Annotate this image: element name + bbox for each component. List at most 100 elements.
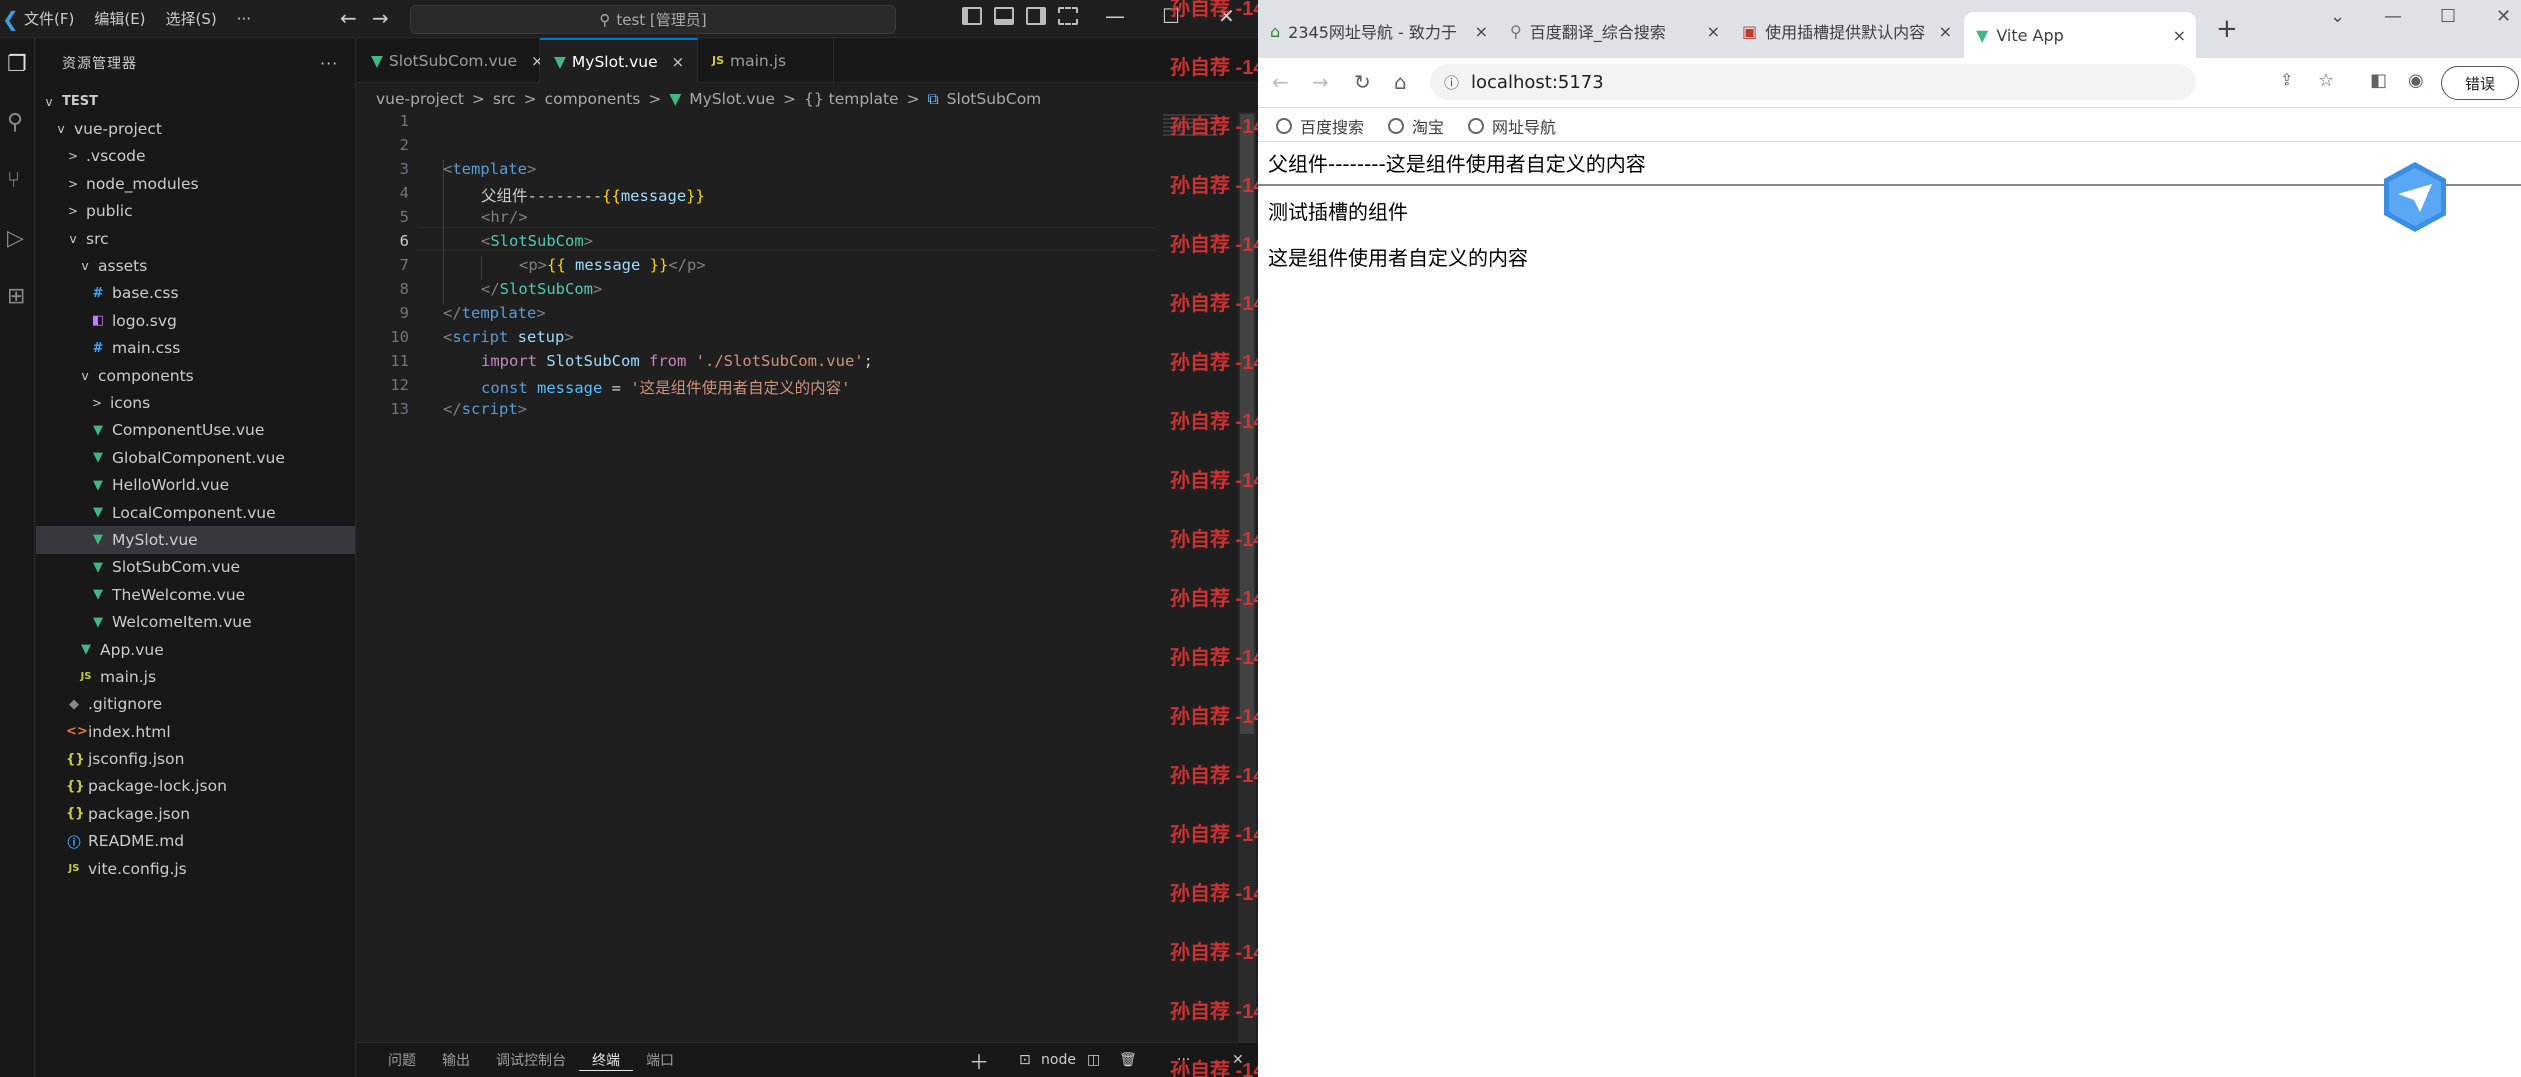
maximize-icon[interactable]: ☐ — [2440, 6, 2456, 27]
breadcrumb-item[interactable]: vue-project — [376, 90, 464, 108]
tree-item-slotsubcom-vue[interactable]: ▼ SlotSubCom.vue — [36, 554, 355, 581]
tree-item-index-html[interactable]: <> index.html — [36, 718, 355, 745]
bookmark-label: 百度搜索 — [1300, 118, 1365, 137]
profile-icon[interactable]: ◉ — [2408, 70, 2424, 91]
browser-tab-strip: ⌂ 2345网址导航 - 致力于 × ⚲ 百度翻译_综合搜索 × ▣ 使用插槽提… — [1258, 0, 2521, 58]
tree-item-package-lock-json[interactable]: {} package-lock.json — [36, 773, 355, 800]
toggle-panel-icon[interactable] — [994, 7, 1014, 25]
tree-item-app-vue[interactable]: ▼ App.vue — [36, 636, 355, 663]
close-tab-icon[interactable]: × — [1939, 22, 1952, 41]
tree-item-vite-config-js[interactable]: JS vite.config.js — [36, 855, 355, 882]
toggle-secondary-sidebar-icon[interactable] — [1026, 7, 1046, 25]
tree-item-globalcomponent-vue[interactable]: ▼ GlobalComponent.vue — [36, 444, 355, 471]
trash-icon[interactable]: 🗑 — [1119, 1052, 1137, 1068]
reload-icon[interactable]: ↻ — [1354, 70, 1371, 94]
close-tab-icon[interactable]: × — [1475, 22, 1488, 41]
tab-myslot[interactable]: ▼ MySlot.vue × — [540, 38, 698, 83]
bookmark-item[interactable]: 百度搜索 — [1276, 114, 1364, 138]
bookmark-item[interactable]: 网址导航 — [1468, 114, 1556, 138]
globe-icon — [1388, 118, 1404, 134]
customize-layout-icon[interactable] — [1058, 7, 1078, 25]
close-window-icon[interactable]: ✕ — [2496, 6, 2511, 27]
tree-item-test[interactable]: v TEST — [36, 88, 355, 115]
split-terminal-icon[interactable]: ◫ — [1087, 1052, 1100, 1068]
home-icon[interactable]: ⌂ — [1394, 70, 1407, 94]
breadcrumb-item[interactable]: {} template — [804, 90, 899, 108]
tree-item-main-css[interactable]: # main.css — [36, 335, 355, 362]
browser-tab-baidu-fanyi[interactable]: ⚲ 百度翻译_综合搜索 × — [1498, 12, 1730, 50]
tree-item-public[interactable]: > public — [36, 198, 355, 225]
share-icon[interactable]: ⇪ — [2280, 70, 2293, 89]
extensions-icon[interactable]: ⊞ — [7, 284, 25, 309]
source-control-icon[interactable]: ⑂ — [7, 168, 20, 193]
tree-item-helloworld-vue[interactable]: ▼ HelloWorld.vue — [36, 471, 355, 498]
panel-tab-output[interactable]: 输出 — [429, 1050, 483, 1070]
tree-item-welcomeitem-vue[interactable]: ▼ WelcomeItem.vue — [36, 608, 355, 635]
terminal-name[interactable]: node — [1041, 1052, 1076, 1068]
tree-item-thewelcome-vue[interactable]: ▼ TheWelcome.vue — [36, 581, 355, 608]
tree-item-myslot-vue[interactable]: ▼ MySlot.vue — [36, 526, 355, 554]
panel-tab-debug-console[interactable]: 调试控制台 — [483, 1050, 579, 1070]
minimize-icon[interactable]: — — [1105, 4, 1125, 28]
tree-item-icons[interactable]: > icons — [36, 389, 355, 416]
menu-more[interactable]: ··· — [227, 10, 261, 28]
back-arrow-icon[interactable]: ← — [1272, 70, 1289, 94]
chevron-down-icon[interactable]: ⌄ — [2330, 6, 2345, 27]
tree-item-localcomponent-vue[interactable]: ▼ LocalComponent.vue — [36, 499, 355, 526]
panel-tab-terminal[interactable]: 终端 — [579, 1050, 633, 1071]
bookmark-item[interactable]: 淘宝 — [1388, 114, 1444, 138]
error-button[interactable]: 错误 — [2441, 66, 2519, 100]
menu-file[interactable]: 文件(F) — [14, 8, 84, 29]
close-tab-icon[interactable]: × — [2173, 26, 2186, 45]
address-bar[interactable]: ⓘ localhost:5173 — [1430, 64, 2196, 100]
browser-tab-2345[interactable]: ⌂ 2345网址导航 - 致力于 × — [1258, 12, 1498, 50]
tree-item-label: index.html — [88, 722, 171, 741]
explorer-icon[interactable]: ❐ — [7, 52, 27, 77]
more-actions-icon[interactable]: ··· — [320, 54, 338, 73]
forward-arrow-icon[interactable]: → — [372, 6, 389, 30]
breadcrumb-item[interactable]: components — [545, 90, 641, 108]
run-debug-icon[interactable]: ▷ — [7, 226, 24, 251]
tree-item-readme-md[interactable]: ⓘ README.md — [36, 828, 355, 855]
code-editor[interactable]: 1 2 3 4 5 6 7 8 9 10 11 12 13 <template> 父组件--------… — [357, 112, 1157, 1042]
tab-main-js[interactable]: JS main.js — [698, 38, 834, 83]
panel-tab-problems[interactable]: 问题 — [375, 1050, 429, 1070]
forward-arrow-icon[interactable]: → — [1312, 70, 1329, 94]
tree-item-gitignore[interactable]: ◆ .gitignore — [36, 691, 355, 718]
star-icon[interactable]: ☆ — [2318, 70, 2334, 91]
close-tab-icon[interactable]: × — [672, 53, 685, 71]
minimize-icon[interactable]: — — [2384, 6, 2402, 27]
tree-item-package-json[interactable]: {} package.json — [36, 800, 355, 827]
git-file-icon: ◆ — [69, 696, 79, 712]
tree-item-components[interactable]: v components — [36, 362, 355, 389]
toggle-sidebar-icon[interactable] — [962, 7, 982, 25]
tree-item-componentuse-vue[interactable]: ▼ ComponentUse.vue — [36, 417, 355, 444]
tree-item-node-modules[interactable]: > node_modules — [36, 170, 355, 197]
new-tab-button[interactable]: + — [2216, 14, 2238, 44]
tree-item-src[interactable]: v src — [36, 225, 355, 252]
menu-selection[interactable]: 选择(S) — [156, 8, 227, 29]
floating-assistant-icon[interactable] — [2380, 160, 2450, 234]
tab-slotsubcom[interactable]: ▼ SlotSubCom.vue × — [357, 38, 544, 83]
breadcrumb-item[interactable]: src — [493, 90, 516, 108]
tree-item-vscode[interactable]: > .vscode — [36, 143, 355, 170]
browser-tab-slot-doc[interactable]: ▣ 使用插槽提供默认内容 × — [1730, 12, 1962, 50]
tree-item-logo-svg[interactable]: ◧ logo.svg — [36, 307, 355, 334]
new-terminal-icon[interactable]: ＋ — [969, 1046, 989, 1075]
menu-edit[interactable]: 编辑(E) — [84, 8, 155, 29]
close-tab-icon[interactable]: × — [1707, 22, 1720, 41]
tree-item-main-js[interactable]: JS main.js — [36, 663, 355, 690]
breadcrumb-item[interactable]: SlotSubCom — [947, 90, 1042, 108]
side-panel-icon[interactable]: ◧ — [2370, 70, 2387, 91]
tree-item-assets[interactable]: v assets — [36, 252, 355, 279]
back-arrow-icon[interactable]: ← — [340, 6, 357, 30]
vue-file-icon: ▼ — [93, 477, 103, 493]
tree-item-jsconfig-json[interactable]: {} jsconfig.json — [36, 745, 355, 772]
tree-item-vue-project[interactable]: v vue-project — [36, 115, 355, 142]
browser-tab-vite-app[interactable]: ▼ Vite App × — [1964, 12, 2196, 58]
search-icon[interactable]: ⚲ — [7, 110, 23, 135]
breadcrumb-item[interactable]: MySlot.vue — [689, 90, 775, 108]
tree-item-base-css[interactable]: # base.css — [36, 280, 355, 307]
panel-tab-ports[interactable]: 端口 — [633, 1050, 687, 1070]
command-center[interactable]: ⚲ test [管理员] — [410, 5, 896, 34]
